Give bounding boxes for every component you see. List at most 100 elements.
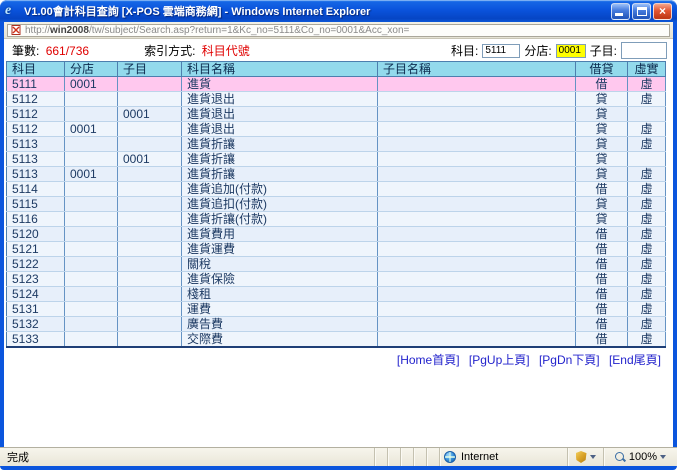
table-row[interactable]: 51130001進貨折讓貸虛 [7,167,666,182]
pager-pgdn-link[interactable]: [PgDn下頁] [539,353,600,367]
cell-zimu [118,242,182,257]
table-row[interactable]: 51130001進貨折讓貸 [7,152,666,167]
table-row[interactable]: 51120001進貨退出貸 [7,107,666,122]
cell-jiedai: 借 [576,332,628,348]
cell-jiedai: 貸 [576,107,628,122]
cell-kemu: 5113 [7,137,65,152]
subitem-label: 子目: [590,42,617,59]
cell-zimu [118,77,182,92]
cell-name: 關稅 [182,257,378,272]
cell-kemu: 5122 [7,257,65,272]
table-row[interactable]: 5115 進貨追扣(付款) 貸虛 [7,197,666,212]
page-content: 筆數: 661/736 索引方式: 科目代號 科目: 分店: 子目: [4,39,673,447]
cell-subname [378,77,576,92]
table-row[interactable]: 5121進貨運費借虛 [7,242,666,257]
table-row[interactable]: 5120進貨費用借虛 [7,227,666,242]
url-host: win2008 [50,25,89,36]
table-row[interactable]: 51110001進貨借虛 [7,77,666,92]
cell-kemu: 5124 [7,287,65,302]
cell-xushi: 虛 [628,302,666,317]
cell-kemu: 5131 [7,302,65,317]
cell-subname [378,212,576,227]
branch-label: 分店: [524,42,551,59]
address-bar: http://win2008/tw/subject/Search.asp?ret… [4,22,673,39]
cell-jiedai: 貸 [576,152,628,167]
cell-xushi: 虛 [628,272,666,287]
cell-kemu: 5120 [7,227,65,242]
cell-jiedai: 借 [576,302,628,317]
cell-name: 廣告費 [182,317,378,332]
cell-jiedai: 借 [576,242,628,257]
cell-xushi: 虛 [628,137,666,152]
cell-zimu [118,167,182,182]
cell-name: 進貨折讓 [182,137,378,152]
table-row[interactable]: 5133交際費借虛 [7,332,666,348]
table-row[interactable]: 5124棧租借虛 [7,287,666,302]
maximize-icon [637,7,647,16]
cell-zimu [118,332,182,348]
cell-name: 交際費 [182,332,378,348]
cell-jiedai: 貸 [576,197,628,212]
branch-input[interactable] [556,44,586,58]
table-row[interactable]: 5123進貨保險借虛 [7,272,666,287]
maximize-button[interactable] [632,3,651,20]
cell-subname [378,167,576,182]
close-button[interactable]: × [653,3,672,20]
cell-name: 進貨 [182,77,378,92]
cell-jiedai: 貸 [576,122,628,137]
cell-fendian [65,227,118,242]
index-mode-value: 科目代號 [202,44,250,58]
cell-subname [378,152,576,167]
chevron-down-icon [660,455,666,459]
shield-icon [576,451,587,463]
pager: [Home首頁] [PgUp上頁] [PgDn下頁] [End尾頁] [4,348,673,368]
table-row[interactable]: 5113進貨折讓貸虛 [7,137,666,152]
pager-home-link[interactable]: [Home首頁] [397,353,460,367]
cell-kemu: 5121 [7,242,65,257]
table-row[interactable]: 5112進貨退出貸虛 [7,92,666,107]
cell-kemu: 5133 [7,332,65,348]
cell-xushi: 虛 [628,227,666,242]
table-row[interactable]: 5114進貨追加(付款)借虛 [7,182,666,197]
cell-subname [378,302,576,317]
url-protocol: http:// [25,25,50,36]
zoom-control[interactable]: 100% [603,448,677,466]
table-row[interactable]: 51120001進貨退出貸虛 [7,122,666,137]
cell-zimu [118,212,182,227]
subject-input[interactable] [482,44,520,58]
cell-jiedai: 借 [576,182,628,197]
cell-name: 進貨追扣(付款) [182,197,378,212]
protected-mode-button[interactable] [567,448,603,466]
header-subitem: 子目 [118,62,182,77]
table-row[interactable]: 5132廣告費借虛 [7,317,666,332]
cell-zimu [118,137,182,152]
cell-jiedai: 貸 [576,212,628,227]
cell-name: 運費 [182,302,378,317]
cell-jiedai: 借 [576,287,628,302]
record-count-value: 661/736 [46,44,89,58]
cell-zimu [118,272,182,287]
minimize-button[interactable] [611,3,630,20]
table-row[interactable]: 5122關稅借虛 [7,257,666,272]
page-icon [11,25,21,35]
cell-kemu: 5111 [7,77,65,92]
pager-end-link[interactable]: [End尾頁] [609,353,661,367]
table-row[interactable]: 5116進貨折讓(付款)貸虛 [7,212,666,227]
cell-subname [378,122,576,137]
cell-xushi: 虛 [628,77,666,92]
address-field[interactable]: http://win2008/tw/subject/Search.asp?ret… [7,24,670,37]
cell-kemu: 5115 [7,197,65,212]
cell-fendian [65,317,118,332]
cell-name: 進貨退出 [182,107,378,122]
cell-jiedai: 貸 [576,92,628,107]
status-panel-empty [374,448,387,466]
cell-fendian [65,152,118,167]
cell-xushi: 虛 [628,287,666,302]
cell-fendian: 0001 [65,167,118,182]
table-row[interactable]: 5131 運費 借虛 [7,302,666,317]
cell-xushi: 虛 [628,197,666,212]
subitem-input[interactable] [621,42,667,59]
pager-pgup-link[interactable]: [PgUp上頁] [469,353,530,367]
title-bar: e V1.00會計科目查詢 [X-POS 雲端商務網] - Windows In… [0,0,677,22]
cell-name: 進貨運費 [182,242,378,257]
